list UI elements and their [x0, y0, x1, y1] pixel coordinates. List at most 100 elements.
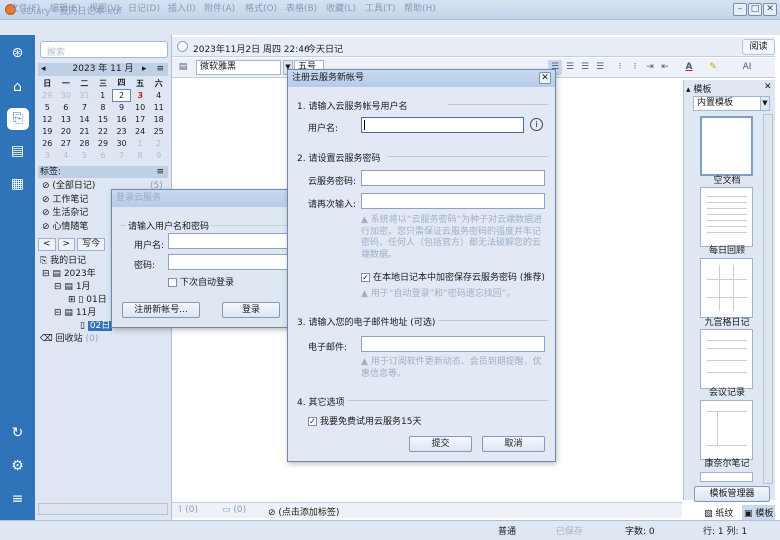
calendar-day[interactable]: 6	[57, 101, 76, 113]
calendar-day[interactable]: 10	[131, 101, 150, 113]
search-input[interactable]: 搜索 ⌕	[40, 41, 168, 58]
calendar-day[interactable]: 28	[75, 137, 94, 149]
register-username-input[interactable]	[361, 117, 524, 133]
calendar-day[interactable]: 31	[75, 89, 94, 101]
indent-icon[interactable]: ⇥	[643, 60, 657, 75]
register-password-input[interactable]	[361, 170, 545, 186]
tags-menu-icon[interactable]: ≡	[156, 166, 164, 178]
calendar-day[interactable]: 1	[131, 137, 150, 149]
home-icon[interactable]: ⌂	[0, 76, 35, 98]
collapse-icon[interactable]: ⊟	[42, 269, 50, 279]
outdent-icon[interactable]: ⇤	[658, 60, 672, 75]
calendar-day[interactable]: 27	[57, 137, 76, 149]
calendar-day[interactable]: 17	[131, 113, 150, 125]
menu-attach[interactable]: 附件(A)	[204, 1, 235, 14]
menu-favorites[interactable]: 收藏(L)	[326, 1, 356, 14]
login-username-input[interactable]	[168, 233, 292, 249]
calendar-day[interactable]: 29	[94, 137, 113, 149]
register-close-button[interactable]: ✕	[539, 72, 551, 84]
calendar-day[interactable]: 25	[149, 125, 168, 137]
minimize-button[interactable]: –	[733, 3, 747, 16]
auto-login-checkbox[interactable]: 下次自动登录	[168, 275, 234, 288]
search-icon[interactable]: ⌕	[47, 45, 163, 59]
register-password-confirm-input[interactable]	[361, 193, 545, 209]
calendar-day[interactable]: 4	[149, 89, 168, 101]
info-icon[interactable]: i	[530, 118, 543, 131]
calendar-day[interactable]: 4	[57, 149, 76, 161]
login-password-input[interactable]	[168, 254, 292, 270]
font-family-select[interactable]: 微软雅黑	[196, 60, 281, 75]
text-color-button[interactable]: A	[682, 60, 696, 75]
menu-table[interactable]: 表格(B)	[286, 1, 317, 14]
menu-edit[interactable]: 编辑(E)	[50, 1, 81, 14]
menu-tools[interactable]: 工具(T)	[365, 1, 396, 14]
calendar-day[interactable]: 14	[75, 113, 94, 125]
checkbox-box[interactable]	[168, 278, 177, 287]
login-button[interactable]: 登录	[222, 302, 280, 318]
account-icon[interactable]: ⊛	[0, 42, 35, 64]
tree-item-recycle[interactable]: ⌫ 回收站 (0)	[40, 333, 170, 346]
sync-icon[interactable]: ↻	[0, 422, 35, 444]
calendar-day[interactable]: 30	[112, 137, 131, 149]
bullet-list-icon[interactable]: ⁝	[613, 60, 627, 75]
write-today-button[interactable]: 写今	[77, 238, 106, 251]
page-settings-icon[interactable]: ▤	[176, 60, 190, 75]
calendar-day[interactable]: 11	[149, 101, 168, 113]
calendar-day[interactable]: 7	[75, 101, 94, 113]
menu-help[interactable]: 帮助(H)	[404, 1, 436, 14]
calendar-day[interactable]: 20	[57, 125, 76, 137]
menu-view[interactable]: 视图(V)	[89, 1, 120, 14]
calendar-day[interactable]: 21	[75, 125, 94, 137]
free-trial-checkbox[interactable]: ✓ 我要免费试用云服务15天	[308, 414, 421, 427]
forward-button[interactable]: >	[57, 238, 76, 251]
ai-button[interactable]: AI	[738, 60, 756, 75]
calendar-day[interactable]: 9	[112, 101, 131, 113]
template-card-blank[interactable]	[700, 116, 753, 176]
date-picker-icon[interactable]	[177, 41, 188, 52]
template-manager-button[interactable]: 模板管理器	[694, 486, 770, 502]
save-password-checkbox[interactable]: ✓ 在本地日记本中加密保存云服务密码 (推荐)	[361, 270, 545, 283]
template-card-cornell[interactable]	[700, 400, 753, 460]
template-card-nine-grid[interactable]	[700, 258, 753, 318]
align-center-icon[interactable]: ☰	[563, 60, 577, 75]
calendar-day[interactable]: 2	[149, 137, 168, 149]
calendar-day[interactable]: 5	[75, 149, 94, 161]
calendar-day[interactable]: 7	[112, 149, 131, 161]
calendar-day[interactable]: 19	[38, 125, 57, 137]
maximize-button[interactable]: □	[748, 3, 762, 16]
calendar-day[interactable]: 26	[38, 137, 57, 149]
menu-file[interactable]: 文件(F)	[10, 1, 40, 14]
next-month-button[interactable]: ▸	[142, 63, 147, 76]
diary-icon[interactable]: ⎘	[7, 108, 29, 130]
cancel-button[interactable]: 取消	[482, 436, 545, 452]
calendar-day[interactable]: 13	[57, 113, 76, 125]
notebook-icon[interactable]: ▤	[0, 140, 35, 162]
collapse-icon[interactable]: ▴	[686, 85, 691, 95]
back-button[interactable]: <	[38, 238, 56, 251]
calendar-day[interactable]: 8	[131, 149, 150, 161]
calendar-day[interactable]: 15	[94, 113, 113, 125]
register-account-button[interactable]: 注册新帐号...	[122, 302, 200, 318]
template-source-select[interactable]: 内置模板	[693, 96, 770, 111]
collapse-icon[interactable]: ⊟	[54, 308, 62, 318]
calendar-day[interactable]: 29	[38, 89, 57, 101]
calendar-day[interactable]: 30	[57, 89, 76, 101]
settings-gear-icon[interactable]: ⚙	[0, 455, 35, 477]
template-card-partial[interactable]	[700, 472, 753, 482]
read-mode-button[interactable]: 阅读	[742, 39, 775, 55]
justify-icon[interactable]: ☰	[593, 60, 607, 75]
checkbox-checked[interactable]: ✓	[361, 273, 370, 282]
calendar-day[interactable]: 12	[38, 113, 57, 125]
submit-button[interactable]: 提交	[409, 436, 472, 452]
left-horizontal-scrollbar[interactable]	[38, 503, 168, 515]
hamburger-menu-icon[interactable]: ≡	[0, 488, 35, 510]
email-field[interactable]	[361, 336, 545, 352]
expand-icon[interactable]: ⊞	[68, 295, 76, 305]
calendar-icon[interactable]: ▦	[0, 173, 35, 195]
highlight-button[interactable]: ✎	[706, 60, 720, 75]
menu-format[interactable]: 格式(O)	[245, 1, 277, 14]
menu-diary[interactable]: 日记(D)	[128, 1, 160, 14]
template-toggle[interactable]: ▣ 模板	[742, 505, 776, 520]
calendar-day[interactable]: 23	[112, 125, 131, 137]
close-button[interactable]: ✕	[763, 3, 777, 16]
